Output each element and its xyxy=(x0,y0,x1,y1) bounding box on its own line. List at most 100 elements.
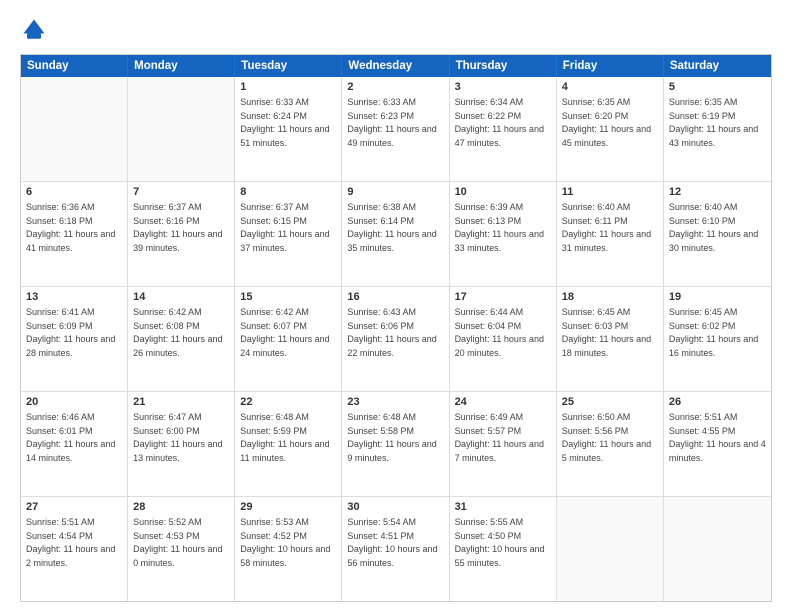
cal-cell-day-2: 2Sunrise: 6:33 AM Sunset: 6:23 PM Daylig… xyxy=(342,77,449,181)
cal-cell-day-19: 19 Sunrise: 6:45 AM Sunset: 6:02 PM Dayli… xyxy=(664,287,771,391)
day-info: Sunrise: 6:44 AM Sunset: 6:04 PM Dayligh… xyxy=(455,307,544,358)
day-info: Sunrise: 6:36 AM Sunset: 6:18 PM Dayligh… xyxy=(26,202,115,253)
cal-cell-empty xyxy=(21,77,128,181)
cal-cell-day-10: 10Sunrise: 6:39 AM Sunset: 6:13 PM Dayli… xyxy=(450,182,557,286)
day-number: 10 xyxy=(455,185,551,200)
logo xyxy=(20,16,52,44)
day-info: Sunrise: 6:37 AM Sunset: 6:15 PM Dayligh… xyxy=(240,202,329,253)
cal-cell-day-7: 7 Sunrise: 6:37 AM Sunset: 6:16 PM Daylig… xyxy=(128,182,235,286)
day-info: Sunrise: 6:48 AM Sunset: 5:58 PM Dayligh… xyxy=(347,412,436,463)
cal-cell-day-28: 28 Sunrise: 5:52 AM Sunset: 4:53 PM Dayli… xyxy=(128,497,235,601)
day-info: Sunrise: 6:34 AM Sunset: 6:22 PM Dayligh… xyxy=(455,97,544,148)
calendar-body: 1 Sunrise: 6:33 AM Sunset: 6:24 PM Daylig… xyxy=(21,77,771,601)
calendar: SundayMondayTuesdayWednesdayThursdayFrid… xyxy=(20,54,772,602)
day-info: Sunrise: 5:53 AM Sunset: 4:52 PM Dayligh… xyxy=(240,517,330,568)
cal-cell-empty xyxy=(664,497,771,601)
day-number: 23 xyxy=(347,395,443,410)
cal-cell-day-23: 23 Sunrise: 6:48 AM Sunset: 5:58 PM Dayli… xyxy=(342,392,449,496)
day-number: 29 xyxy=(240,500,336,515)
cal-cell-day-16: 16 Sunrise: 6:43 AM Sunset: 6:06 PM Dayli… xyxy=(342,287,449,391)
day-number: 12 xyxy=(669,185,766,200)
cal-row-3: 13 Sunrise: 6:41 AM Sunset: 6:09 PM Dayli… xyxy=(21,286,771,391)
day-info: Sunrise: 6:47 AM Sunset: 6:00 PM Dayligh… xyxy=(133,412,222,463)
day-info: Sunrise: 5:51 AM Sunset: 4:55 PM Dayligh… xyxy=(669,412,766,463)
day-info: Sunrise: 6:40 AM Sunset: 6:11 PM Dayligh… xyxy=(562,202,651,253)
day-number: 31 xyxy=(455,500,551,515)
day-number: 11 xyxy=(562,185,658,200)
day-number: 26 xyxy=(669,395,766,410)
day-number: 18 xyxy=(562,290,658,305)
day-number: 5 xyxy=(669,80,766,95)
day-info: Sunrise: 6:49 AM Sunset: 5:57 PM Dayligh… xyxy=(455,412,544,463)
cal-cell-day-29: 29 Sunrise: 5:53 AM Sunset: 4:52 PM Dayli… xyxy=(235,497,342,601)
cal-cell-day-13: 13 Sunrise: 6:41 AM Sunset: 6:09 PM Dayli… xyxy=(21,287,128,391)
day-info: Sunrise: 6:33 AM Sunset: 6:23 PM Dayligh… xyxy=(347,97,436,148)
cal-cell-day-24: 24 Sunrise: 6:49 AM Sunset: 5:57 PM Dayli… xyxy=(450,392,557,496)
day-number: 14 xyxy=(133,290,229,305)
calendar-header-row: SundayMondayTuesdayWednesdayThursdayFrid… xyxy=(21,55,771,77)
day-info: Sunrise: 6:35 AM Sunset: 6:20 PM Dayligh… xyxy=(562,97,651,148)
cal-header-wednesday: Wednesday xyxy=(342,55,449,77)
cal-header-thursday: Thursday xyxy=(450,55,557,77)
day-number: 30 xyxy=(347,500,443,515)
cal-cell-day-5: 5 Sunrise: 6:35 AM Sunset: 6:19 PM Daylig… xyxy=(664,77,771,181)
day-info: Sunrise: 6:41 AM Sunset: 6:09 PM Dayligh… xyxy=(26,307,115,358)
day-info: Sunrise: 6:37 AM Sunset: 6:16 PM Dayligh… xyxy=(133,202,222,253)
cal-row-1: 1 Sunrise: 6:33 AM Sunset: 6:24 PM Daylig… xyxy=(21,77,771,181)
day-number: 22 xyxy=(240,395,336,410)
day-info: Sunrise: 6:42 AM Sunset: 6:08 PM Dayligh… xyxy=(133,307,222,358)
cal-header-monday: Monday xyxy=(128,55,235,77)
cal-row-4: 20Sunrise: 6:46 AM Sunset: 6:01 PM Dayli… xyxy=(21,391,771,496)
day-number: 7 xyxy=(133,185,229,200)
day-info: Sunrise: 5:51 AM Sunset: 4:54 PM Dayligh… xyxy=(26,517,115,568)
day-info: Sunrise: 6:35 AM Sunset: 6:19 PM Dayligh… xyxy=(669,97,758,148)
day-number: 21 xyxy=(133,395,229,410)
day-number: 19 xyxy=(669,290,766,305)
day-number: 17 xyxy=(455,290,551,305)
cal-cell-day-4: 4Sunrise: 6:35 AM Sunset: 6:20 PM Daylig… xyxy=(557,77,664,181)
day-info: Sunrise: 6:33 AM Sunset: 6:24 PM Dayligh… xyxy=(240,97,329,148)
cal-header-saturday: Saturday xyxy=(664,55,771,77)
day-info: Sunrise: 6:43 AM Sunset: 6:06 PM Dayligh… xyxy=(347,307,436,358)
cal-row-5: 27 Sunrise: 5:51 AM Sunset: 4:54 PM Dayli… xyxy=(21,496,771,601)
day-number: 16 xyxy=(347,290,443,305)
header xyxy=(20,16,772,44)
day-info: Sunrise: 5:52 AM Sunset: 4:53 PM Dayligh… xyxy=(133,517,222,568)
cal-cell-empty xyxy=(128,77,235,181)
day-info: Sunrise: 6:46 AM Sunset: 6:01 PM Dayligh… xyxy=(26,412,115,463)
day-number: 27 xyxy=(26,500,122,515)
day-number: 28 xyxy=(133,500,229,515)
cal-cell-day-12: 12 Sunrise: 6:40 AM Sunset: 6:10 PM Dayli… xyxy=(664,182,771,286)
day-number: 9 xyxy=(347,185,443,200)
day-number: 8 xyxy=(240,185,336,200)
day-info: Sunrise: 6:48 AM Sunset: 5:59 PM Dayligh… xyxy=(240,412,329,463)
cal-cell-day-30: 30 Sunrise: 5:54 AM Sunset: 4:51 PM Dayli… xyxy=(342,497,449,601)
cal-cell-day-26: 26 Sunrise: 5:51 AM Sunset: 4:55 PM Dayli… xyxy=(664,392,771,496)
day-info: Sunrise: 6:42 AM Sunset: 6:07 PM Dayligh… xyxy=(240,307,329,358)
day-number: 3 xyxy=(455,80,551,95)
day-number: 1 xyxy=(240,80,336,95)
day-number: 15 xyxy=(240,290,336,305)
cal-cell-day-3: 3 Sunrise: 6:34 AM Sunset: 6:22 PM Daylig… xyxy=(450,77,557,181)
cal-cell-day-17: 17 Sunrise: 6:44 AM Sunset: 6:04 PM Dayli… xyxy=(450,287,557,391)
day-info: Sunrise: 6:38 AM Sunset: 6:14 PM Dayligh… xyxy=(347,202,436,253)
day-info: Sunrise: 6:40 AM Sunset: 6:10 PM Dayligh… xyxy=(669,202,758,253)
cal-cell-day-1: 1 Sunrise: 6:33 AM Sunset: 6:24 PM Daylig… xyxy=(235,77,342,181)
cal-cell-day-11: 11 Sunrise: 6:40 AM Sunset: 6:11 PM Dayli… xyxy=(557,182,664,286)
day-number: 13 xyxy=(26,290,122,305)
cal-row-2: 6Sunrise: 6:36 AM Sunset: 6:18 PM Daylig… xyxy=(21,181,771,286)
logo-icon xyxy=(20,16,48,44)
cal-cell-day-6: 6Sunrise: 6:36 AM Sunset: 6:18 PM Daylig… xyxy=(21,182,128,286)
cal-cell-day-8: 8 Sunrise: 6:37 AM Sunset: 6:15 PM Daylig… xyxy=(235,182,342,286)
day-number: 25 xyxy=(562,395,658,410)
cal-cell-day-20: 20Sunrise: 6:46 AM Sunset: 6:01 PM Dayli… xyxy=(21,392,128,496)
cal-cell-day-27: 27 Sunrise: 5:51 AM Sunset: 4:54 PM Dayli… xyxy=(21,497,128,601)
cal-cell-day-14: 14 Sunrise: 6:42 AM Sunset: 6:08 PM Dayli… xyxy=(128,287,235,391)
day-info: Sunrise: 6:50 AM Sunset: 5:56 PM Dayligh… xyxy=(562,412,651,463)
cal-header-friday: Friday xyxy=(557,55,664,77)
cal-cell-day-21: 21 Sunrise: 6:47 AM Sunset: 6:00 PM Dayli… xyxy=(128,392,235,496)
day-number: 24 xyxy=(455,395,551,410)
day-info: Sunrise: 5:54 AM Sunset: 4:51 PM Dayligh… xyxy=(347,517,437,568)
day-info: Sunrise: 5:55 AM Sunset: 4:50 PM Dayligh… xyxy=(455,517,545,568)
day-info: Sunrise: 6:45 AM Sunset: 6:02 PM Dayligh… xyxy=(669,307,758,358)
